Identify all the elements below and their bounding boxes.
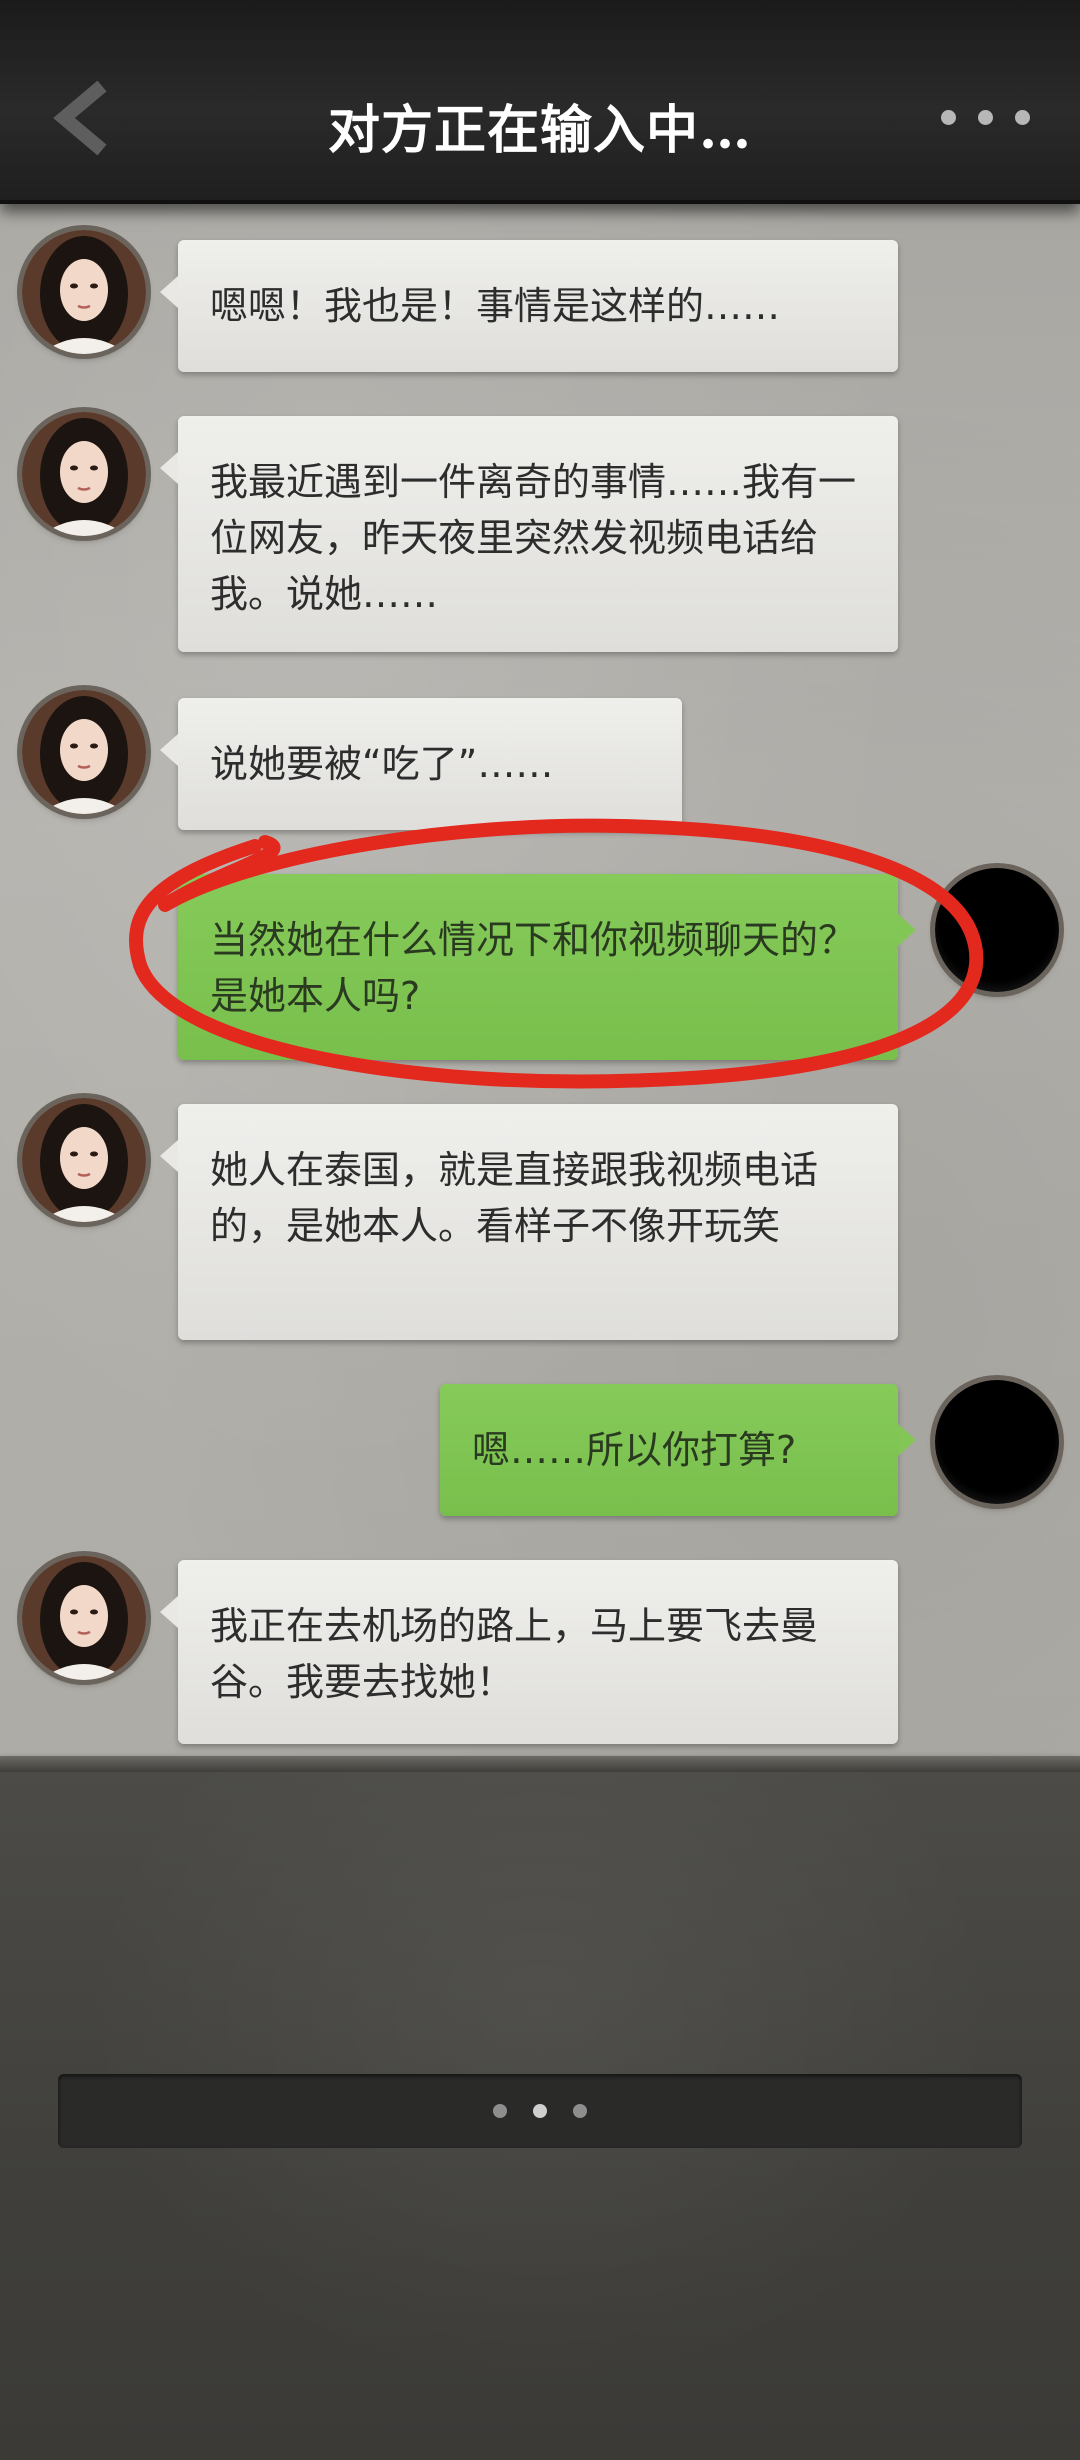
message-text: 嗯……所以你打算?	[472, 1428, 797, 1472]
message-text: 当然她在什么情况下和你视频聊天的？是她本人吗?	[210, 918, 857, 1018]
message-text: 嗯嗯！我也是！事情是这样的……	[210, 284, 781, 328]
more-button[interactable]	[941, 110, 1030, 125]
more-dots-icon	[941, 110, 956, 125]
message-bubble-incoming[interactable]: 说她要被“吃了”……	[160, 698, 682, 830]
message-text: 我正在去机场的路上，马上要飞去曼谷。我要去找她！	[210, 1604, 819, 1704]
message-text: 我最近遇到一件离奇的事情……我有一位网友，昨天夜里突然发视频电话给我。说她……	[210, 460, 857, 616]
chat-divider	[0, 1756, 1080, 1772]
message-text: 说她要被“吃了”……	[210, 742, 554, 786]
header-bar: 对方正在输入中…	[0, 0, 1080, 204]
user-avatar[interactable]	[935, 1380, 1059, 1504]
contact-avatar[interactable]	[22, 230, 146, 354]
ellipsis-icon	[493, 2104, 507, 2118]
contact-avatar[interactable]	[22, 412, 146, 536]
message-text: 她人在泰国，就是直接跟我视频电话的，是她本人。看样子不像开玩笑	[210, 1148, 819, 1248]
message-bubble-incoming[interactable]: 我正在去机场的路上，马上要飞去曼谷。我要去找她！	[160, 1560, 898, 1744]
contact-avatar-image	[22, 230, 146, 354]
contact-avatar[interactable]	[22, 1098, 146, 1222]
contact-avatar[interactable]	[22, 1556, 146, 1680]
contact-avatar[interactable]	[22, 690, 146, 814]
message-bubble-incoming[interactable]: 她人在泰国，就是直接跟我视频电话的，是她本人。看样子不像开玩笑	[160, 1104, 898, 1340]
message-bubble-outgoing[interactable]: 当然她在什么情况下和你视频聊天的？是她本人吗?	[178, 874, 916, 1060]
message-bubble-incoming[interactable]: 我最近遇到一件离奇的事情……我有一位网友，昨天夜里突然发视频电话给我。说她……	[160, 416, 898, 652]
page-title: 对方正在输入中…	[327, 100, 752, 161]
message-bubble-incoming[interactable]: 嗯嗯！我也是！事情是这样的……	[160, 240, 898, 372]
message-bubble-outgoing[interactable]: 嗯……所以你打算?	[440, 1384, 916, 1516]
user-avatar[interactable]	[935, 868, 1059, 992]
input-bar[interactable]	[58, 2074, 1022, 2148]
